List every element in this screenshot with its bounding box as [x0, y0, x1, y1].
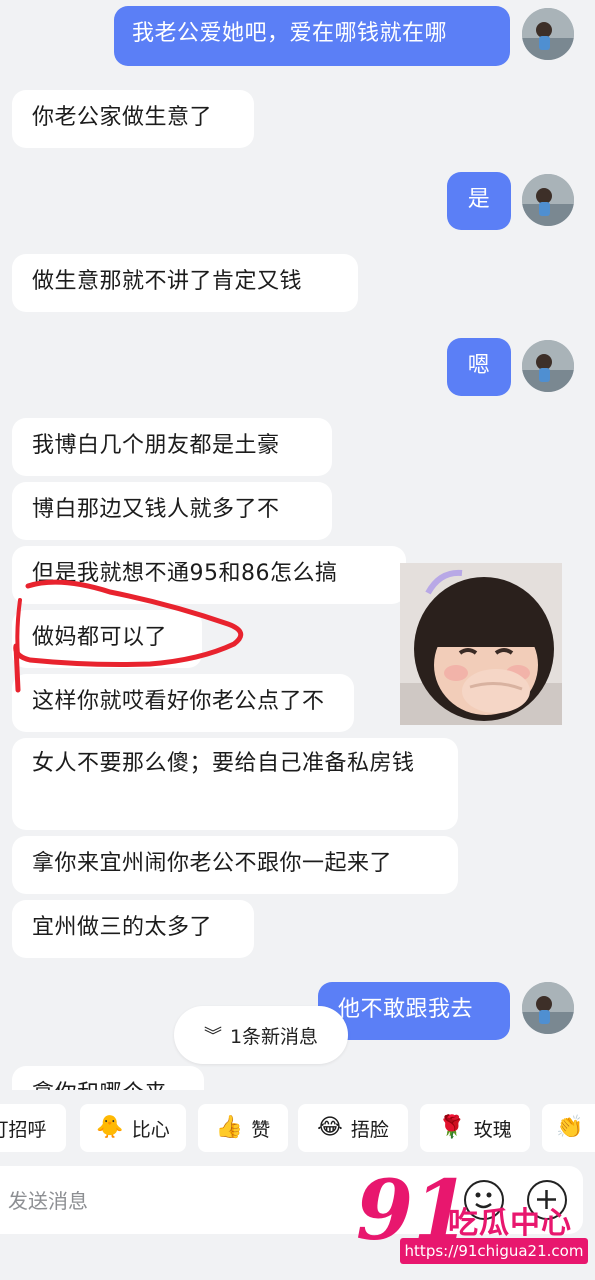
avatar-photo-icon — [522, 982, 574, 1034]
quick-reply-chip[interactable]: 👏 — [542, 1104, 595, 1152]
my-message-bubble[interactable]: 我老公爱她吧，爱在哪钱就在哪 — [114, 6, 510, 66]
heart-hands-emoji-icon: 🐥 — [96, 1115, 124, 1140]
message-input-placeholder: 发送消息 — [8, 1189, 88, 1213]
quick-reply-label: 捂脸 — [350, 1118, 389, 1141]
received-message-bubble[interactable]: 这样你就哎看好你老公点了不 — [12, 674, 354, 732]
received-message-bubble[interactable]: 但是我就想不通95和86怎么搞 — [12, 546, 406, 604]
received-message-bubble[interactable]: 拿你来宜州闹你老公不跟你一起来了 — [12, 836, 458, 894]
received-message-bubble[interactable]: 做妈都可以了 — [12, 610, 202, 668]
quick-reply-label: 赞 — [251, 1118, 271, 1141]
quick-reply-chip[interactable]: 👍 赞 — [198, 1104, 288, 1152]
my-message-bubble[interactable]: 嗯 — [447, 338, 511, 396]
received-message-bubble[interactable]: 拿你和哪个来 — [12, 1066, 204, 1090]
laughing-girl-sticker-icon — [400, 563, 562, 725]
rose-emoji-icon: 🌹 — [438, 1115, 466, 1140]
avatar-photo-icon — [522, 340, 574, 392]
quick-reply-label: 打招呼 — [0, 1118, 47, 1141]
avatar-photo-icon — [522, 174, 574, 226]
quick-reply-bar: 打招呼 🐥 比心 👍 赞 😂 捂脸 🌹 玫瑰 👏 — [0, 1104, 595, 1154]
clap-emoji-icon: 👏 — [556, 1115, 584, 1140]
my-avatar[interactable] — [522, 340, 574, 392]
received-message-bubble[interactable]: 你老公家做生意了 — [12, 90, 254, 148]
my-message-bubble[interactable]: 是 — [447, 172, 511, 230]
received-message-bubble[interactable]: 做生意那就不讲了肯定又钱 — [12, 254, 358, 312]
quick-reply-label: 玫瑰 — [473, 1118, 512, 1141]
received-message-bubble[interactable]: 我博白几个朋友都是土豪 — [12, 418, 332, 476]
avatar-photo-icon — [522, 8, 574, 60]
double-chevron-down-icon: ︾ — [203, 1026, 222, 1047]
sticker-image[interactable] — [400, 563, 562, 725]
watermark-logo-text: 吃瓜中心 — [448, 1206, 572, 1241]
thumbs-up-emoji-icon: 👍 — [215, 1115, 244, 1140]
my-avatar[interactable] — [522, 982, 574, 1034]
chat-list-clip: 拿你和哪个来 — [0, 1060, 595, 1090]
new-message-indicator[interactable]: ︾ 1条新消息 — [174, 1006, 348, 1064]
facepalm-emoji-icon: 😂 — [317, 1115, 343, 1140]
quick-reply-chip[interactable]: 😂 捂脸 — [298, 1104, 408, 1152]
new-message-label: 1条新消息 — [229, 1025, 319, 1048]
quick-reply-chip[interactable]: 🌹 玫瑰 — [420, 1104, 530, 1152]
my-avatar[interactable] — [522, 8, 574, 60]
received-message-bubble[interactable]: 博白那边又钱人就多了不 — [12, 482, 332, 540]
quick-reply-chip[interactable]: 🐥 比心 — [80, 1104, 186, 1152]
quick-reply-chip[interactable]: 打招呼 — [0, 1104, 66, 1152]
received-message-bubble[interactable]: 女人不要那么傻；要给自己准备私房钱 — [12, 738, 458, 830]
received-message-bubble[interactable]: 宜州做三的太多了 — [12, 900, 254, 958]
watermark-url: https://91chigua21.com — [400, 1238, 588, 1264]
my-avatar[interactable] — [522, 174, 574, 226]
quick-reply-label: 比心 — [131, 1118, 170, 1141]
